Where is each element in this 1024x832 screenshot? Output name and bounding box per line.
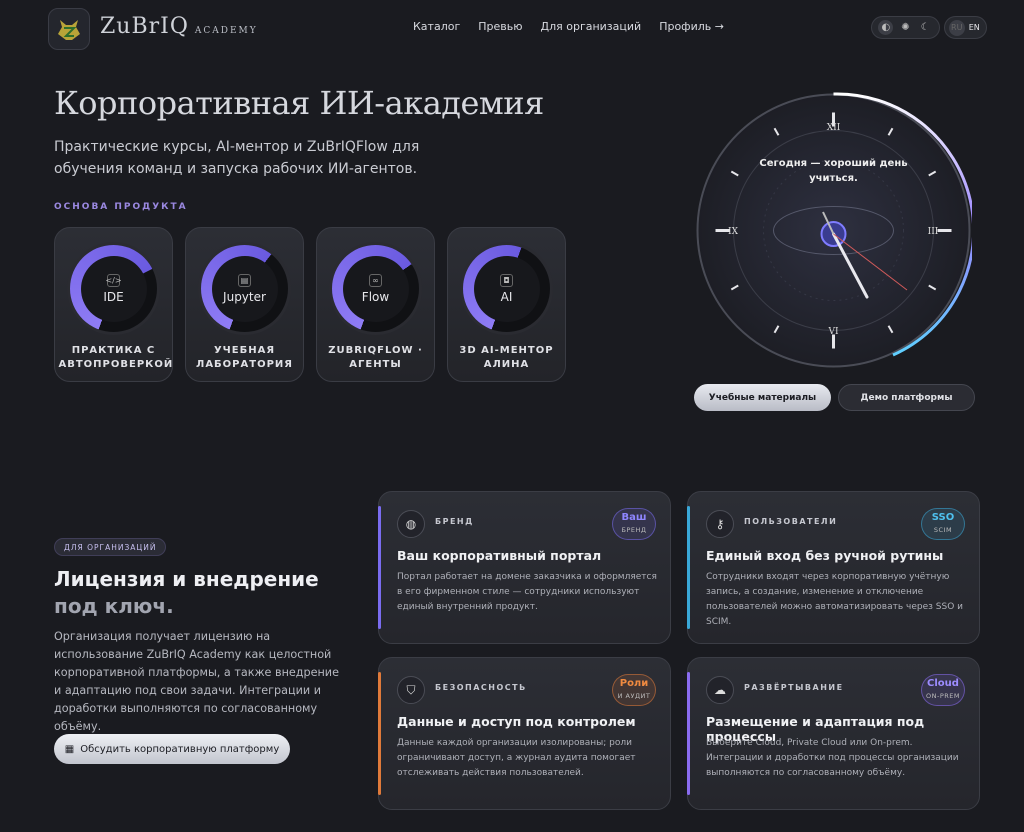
org-title: Лицензия и внедрение под ключ. [54,566,319,620]
page-title: Корпоративная ИИ-академия [54,84,544,122]
feature-card-deployment: ☁ РАЗВЁРТЫВАНИЕ Cloud ON-PREM Размещение … [687,657,980,810]
nav-profile[interactable]: Профиль → [659,20,724,33]
logo-badge[interactable] [48,8,90,50]
badge-sub: SCIM [933,526,953,534]
building-icon: ▦ [64,743,75,755]
card-accent [687,672,690,795]
bison-logo-icon [58,20,80,40]
badge-main: Роли [619,678,649,689]
book-icon: ▤ [238,273,251,287]
feature-text: Портал работает на домене заказчика и оф… [397,572,657,612]
feature-title: Ваш корпоративный портал [397,548,602,563]
feature-badge: Cloud ON-PREM [921,674,965,706]
org-tag: ДЛЯ ОРГАНИЗАЦИЙ [54,538,167,556]
main-nav: Каталог Превью Для организаций Профиль → [413,20,724,33]
ring-label: AI [500,289,513,304]
numeral-xii: XII [827,123,841,133]
platform-demo-button[interactable]: Демо платформы [838,384,975,411]
product-caption: УЧЕБНАЯ ЛАБОРАТОРИЯ [196,345,293,370]
ring-label: Jupyter [223,289,266,304]
badge-main: Ваш [621,512,647,523]
clock-greeting-line2: учиться. [809,173,858,184]
badge-main: SSO [931,512,955,523]
ring-label: Flow [361,289,390,304]
brand-sub: ACADEMY [194,26,258,36]
product-caption: ПРАКТИКА С АВТОПРОВЕРКОЙ [58,345,174,370]
brand-name: ZuBrIQ [100,14,189,39]
theme-switcher: ◐ ✺ ☾ [871,16,940,39]
moon-icon[interactable]: ☾ [918,20,933,35]
cta-label: Обсудить корпоративную платформу [80,743,280,755]
lang-ru[interactable]: RU [948,19,965,36]
card-accent [378,672,381,795]
feature-text: Выберите Cloud, Private Cloud или On-pre… [706,738,959,778]
language-switcher: RU EN [944,16,987,39]
brand[interactable]: ZuBrIQ ACADEMY [100,14,258,39]
card-accent [687,506,690,629]
product-card-jupyter[interactable]: ▤ Jupyter УЧЕБНАЯ ЛАБОРАТОРИЯ [185,227,304,382]
nav-catalog[interactable]: Каталог [413,20,460,33]
feature-card-brand: ◍ БРЕНД Ваш БРЕНД Ваш корпоративный порта… [378,491,671,644]
org-title-line1: Лицензия и внедрение [54,567,319,591]
feature-badge: Ваш БРЕНД [612,508,656,540]
feature-title: Данные и доступ под контролем [397,714,636,729]
org-title-line2: под ключ. [54,594,174,618]
globe-icon: ◍ [397,510,425,538]
progress-ring: ∞ Flow [332,245,419,332]
clock-widget: XII III VI IX Сегодня — хороший день учи… [696,92,972,368]
feature-label: БРЕНД [435,517,474,526]
feature-card-security: ⛉ БЕЗОПАСНОСТЬ Роли И АУДИТ Данные и дост… [378,657,671,810]
clock-greeting-line1: Сегодня — хороший день [759,158,907,169]
feature-card-users: ⚷ ПОЛЬЗОВАТЕЛИ SSO SCIM Единый вход без р… [687,491,980,644]
system-icon[interactable]: ◐ [878,20,894,35]
nav-organizations[interactable]: Для организаций [541,20,642,33]
numeral-vi: VI [827,327,838,337]
nodes-icon: ∞ [369,273,382,287]
product-card-ide[interactable]: </> IDE ПРАКТИКА С АВТОПРОВЕРКОЙ [54,227,173,382]
bot-icon: ◘ [500,273,513,287]
section-kicker: ОСНОВА ПРОДУКТА [54,202,188,212]
key-icon: ⚷ [706,510,734,538]
progress-ring: </> IDE [70,245,157,332]
progress-ring: ◘ AI [463,245,550,332]
feature-label: ПОЛЬЗОВАТЕЛИ [744,517,838,526]
hero-lead: Практические курсы, AI-ментор и ZuBrIQFl… [54,139,420,177]
shield-icon: ⛉ [397,676,425,704]
discuss-platform-button[interactable]: ▦ Обсудить корпоративную платформу [54,734,290,764]
code-icon: </> [105,273,122,287]
feature-badge: SSO SCIM [921,508,965,540]
cloud-icon: ☁ [706,676,734,704]
badge-sub: БРЕНД [621,526,647,534]
nav-preview[interactable]: Превью [478,20,522,33]
badge-main: Cloud [927,678,959,689]
ring-label: IDE [103,289,124,304]
badge-sub: И АУДИТ [617,692,651,700]
numeral-ix: IX [728,227,739,237]
badge-sub: ON-PREM [926,692,960,700]
feature-label: РАЗВЁРТЫВАНИЕ [744,683,844,692]
product-caption: 3D AI-МЕНТОР АЛИНА [459,345,554,370]
product-caption: ZUBRIQFLOW · АГЕНТЫ [328,345,423,370]
feature-title: Единый вход без ручной рутины [706,548,944,563]
feature-label: БЕЗОПАСНОСТЬ [435,683,527,692]
numeral-iii: III [928,227,939,237]
sun-icon[interactable]: ✺ [898,20,913,35]
lang-en[interactable]: EN [966,20,982,36]
product-card-flow[interactable]: ∞ Flow ZUBRIQFLOW · АГЕНТЫ [316,227,435,382]
card-accent [378,506,381,629]
learning-materials-button[interactable]: Учебные материалы [694,384,831,411]
progress-ring: ▤ Jupyter [201,245,288,332]
feature-text: Данные каждой организации изолированы; р… [397,738,636,778]
product-card-ai[interactable]: ◘ AI 3D AI-МЕНТОР АЛИНА [447,227,566,382]
feature-badge: Роли И АУДИТ [612,674,656,706]
org-body: Организация получает лицензию на использ… [54,630,339,733]
feature-text: Сотрудники входят через корпоративную уч… [706,572,964,627]
